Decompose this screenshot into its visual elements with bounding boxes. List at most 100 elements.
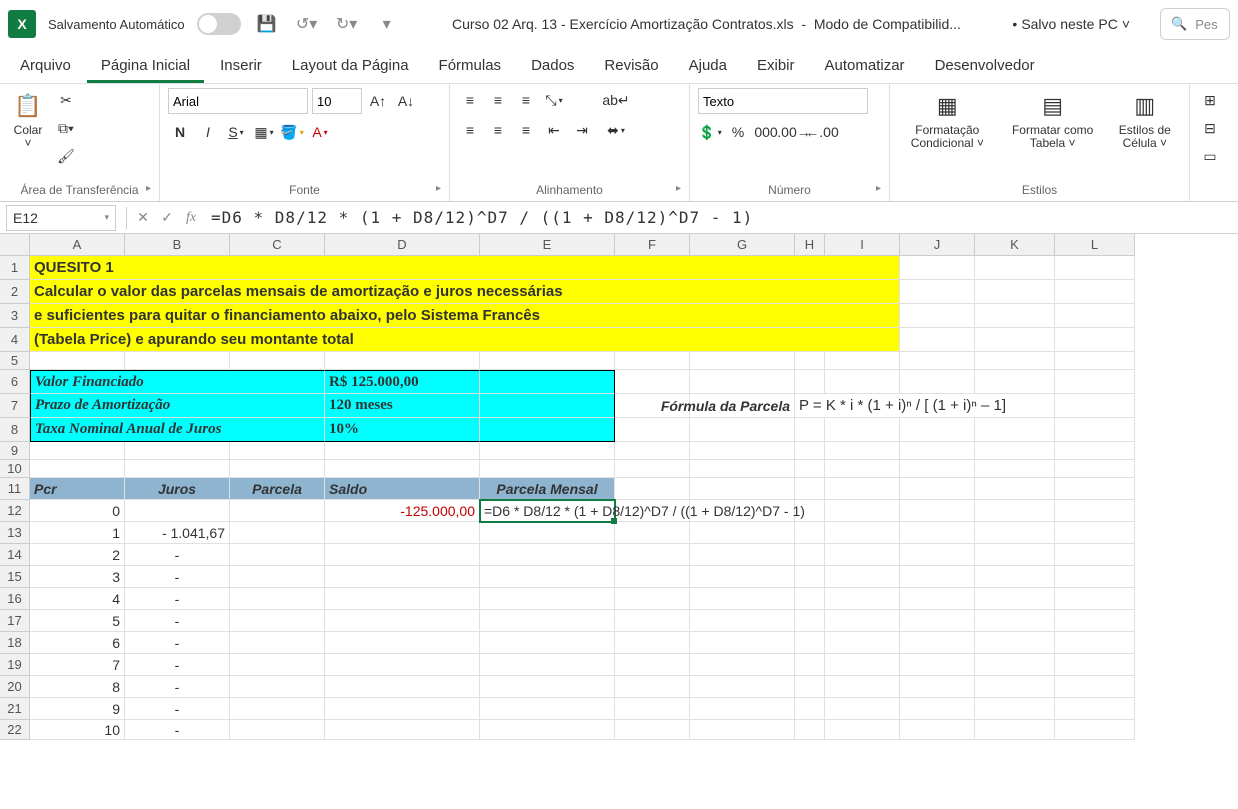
cell-L1[interactable]: [1055, 256, 1135, 280]
cell-D11[interactable]: Saldo: [325, 478, 480, 500]
cell-E14[interactable]: [480, 544, 615, 566]
cell-G20[interactable]: [690, 676, 795, 698]
row-header-7[interactable]: 7: [0, 394, 30, 418]
column-header-F[interactable]: F: [615, 234, 690, 256]
cell-K19[interactable]: [975, 654, 1055, 676]
cell-K14[interactable]: [975, 544, 1055, 566]
cell-K5[interactable]: [975, 352, 1055, 370]
cell-B9[interactable]: [125, 442, 230, 460]
cut-icon[interactable]: ✂: [54, 88, 78, 112]
cell-H6[interactable]: [795, 370, 825, 394]
cell-G19[interactable]: [690, 654, 795, 676]
cell-J12[interactable]: [900, 500, 975, 522]
cell-C10[interactable]: [230, 460, 325, 478]
cell-A21[interactable]: 9: [30, 698, 125, 720]
cell-D13[interactable]: [325, 522, 480, 544]
cell-H22[interactable]: [795, 720, 825, 740]
cell-C20[interactable]: [230, 676, 325, 698]
row-header-21[interactable]: 21: [0, 698, 30, 720]
cell-J20[interactable]: [900, 676, 975, 698]
fill-color-button[interactable]: 🪣: [280, 120, 304, 144]
cell-B5[interactable]: [125, 352, 230, 370]
merge-center-icon[interactable]: ⬌: [600, 118, 632, 142]
cell-A5[interactable]: [30, 352, 125, 370]
cell-E20[interactable]: [480, 676, 615, 698]
cell-D16[interactable]: [325, 588, 480, 610]
cell-L16[interactable]: [1055, 588, 1135, 610]
cell-I18[interactable]: [825, 632, 900, 654]
row-header-12[interactable]: 12: [0, 500, 30, 522]
cell-A14[interactable]: 2: [30, 544, 125, 566]
wrap-text-icon[interactable]: ab↵: [600, 88, 632, 112]
redo-icon[interactable]: ↻▾: [333, 10, 361, 38]
cell-B13[interactable]: - 1.041,67: [125, 522, 230, 544]
column-header-H[interactable]: H: [795, 234, 825, 256]
cell-L8[interactable]: [1055, 418, 1135, 442]
cell-K4[interactable]: [975, 328, 1055, 352]
align-middle-icon[interactable]: ≡: [486, 88, 510, 112]
cell-H13[interactable]: [795, 522, 825, 544]
column-header-C[interactable]: C: [230, 234, 325, 256]
column-header-E[interactable]: E: [480, 234, 615, 256]
cell-L11[interactable]: [1055, 478, 1135, 500]
cell-C18[interactable]: [230, 632, 325, 654]
select-all-corner[interactable]: [0, 234, 30, 256]
cell-K22[interactable]: [975, 720, 1055, 740]
cell-G22[interactable]: [690, 720, 795, 740]
cell-B20[interactable]: -: [125, 676, 230, 698]
cell-G14[interactable]: [690, 544, 795, 566]
cell-D19[interactable]: [325, 654, 480, 676]
cell-K17[interactable]: [975, 610, 1055, 632]
cell-I16[interactable]: [825, 588, 900, 610]
cell-L13[interactable]: [1055, 522, 1135, 544]
tab-dados[interactable]: Dados: [517, 49, 588, 83]
cell-E6[interactable]: [480, 370, 615, 394]
copy-icon[interactable]: ⧉▾: [54, 116, 78, 140]
row-header-3[interactable]: 3: [0, 304, 30, 328]
orientation-icon[interactable]: ⤡: [542, 88, 566, 112]
cell-F17[interactable]: [615, 610, 690, 632]
cell-J15[interactable]: [900, 566, 975, 588]
cell-K9[interactable]: [975, 442, 1055, 460]
cell-D15[interactable]: [325, 566, 480, 588]
cell-B21[interactable]: -: [125, 698, 230, 720]
cell-F14[interactable]: [615, 544, 690, 566]
tab-layout[interactable]: Layout da Página: [278, 49, 423, 83]
cell-J2[interactable]: [900, 280, 975, 304]
cell-A2[interactable]: Calcular o valor das parcelas mensais de…: [30, 280, 900, 304]
cell-B10[interactable]: [125, 460, 230, 478]
cell-E19[interactable]: [480, 654, 615, 676]
row-header-6[interactable]: 6: [0, 370, 30, 394]
align-right-icon[interactable]: ≡: [514, 118, 538, 142]
row-header-2[interactable]: 2: [0, 280, 30, 304]
cell-I22[interactable]: [825, 720, 900, 740]
formula-input[interactable]: =D6 * D8/12 * (1 + D8/12)^D7 / ((1 + D8/…: [203, 208, 1238, 227]
name-box[interactable]: E12: [6, 205, 116, 231]
cell-C14[interactable]: [230, 544, 325, 566]
cell-A10[interactable]: [30, 460, 125, 478]
align-bottom-icon[interactable]: ≡: [514, 88, 538, 112]
cell-E8[interactable]: [480, 418, 615, 442]
row-header-5[interactable]: 5: [0, 352, 30, 370]
row-header-1[interactable]: 1: [0, 256, 30, 280]
cell-G7[interactable]: Fórmula da Parcela: [690, 394, 795, 418]
cell-B19[interactable]: -: [125, 654, 230, 676]
increase-font-icon[interactable]: A↑: [366, 89, 390, 113]
align-left-icon[interactable]: ≡: [458, 118, 482, 142]
cell-E10[interactable]: [480, 460, 615, 478]
cell-H8[interactable]: [795, 418, 825, 442]
cell-C11[interactable]: Parcela: [230, 478, 325, 500]
cell-E7[interactable]: [480, 394, 615, 418]
cell-H5[interactable]: [795, 352, 825, 370]
row-header-8[interactable]: 8: [0, 418, 30, 442]
font-name-select[interactable]: [168, 88, 308, 114]
cell-D17[interactable]: [325, 610, 480, 632]
cell-L15[interactable]: [1055, 566, 1135, 588]
row-header-19[interactable]: 19: [0, 654, 30, 676]
thousands-icon[interactable]: 000: [754, 120, 778, 144]
cell-K6[interactable]: [975, 370, 1055, 394]
cell-L6[interactable]: [1055, 370, 1135, 394]
row-header-15[interactable]: 15: [0, 566, 30, 588]
cell-D7[interactable]: 120 meses: [325, 394, 480, 418]
cell-F15[interactable]: [615, 566, 690, 588]
